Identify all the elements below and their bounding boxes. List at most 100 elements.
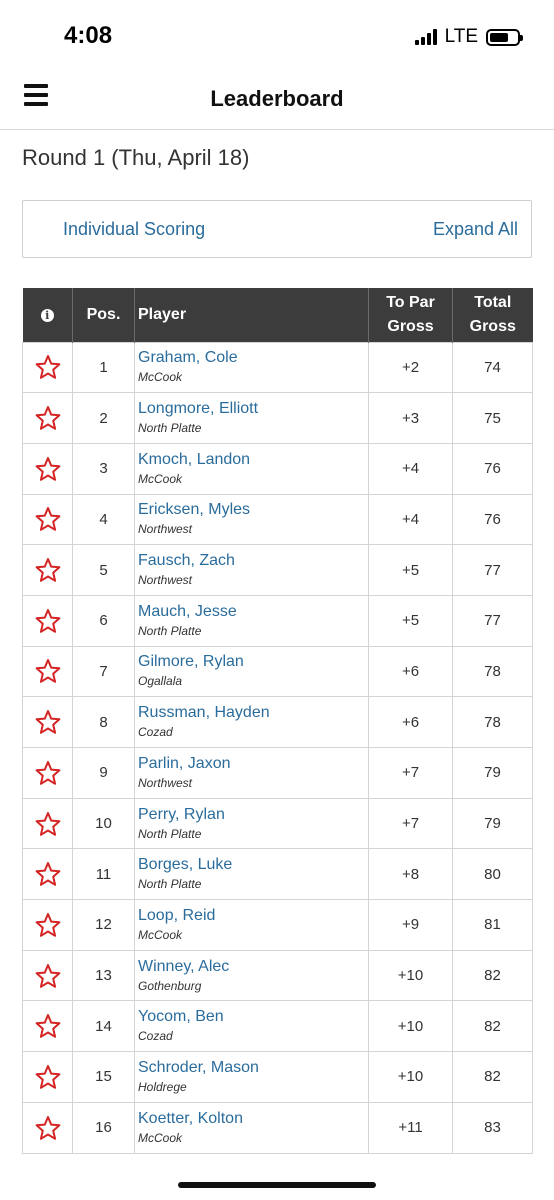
position-cell: 10 [72, 797, 135, 850]
player-name-link[interactable]: Kmoch, Landon [138, 450, 368, 470]
favorite-cell [22, 1000, 73, 1053]
player-team: North Platte [138, 826, 202, 841]
info-header[interactable]: i [22, 288, 73, 342]
star-icon[interactable] [35, 1013, 61, 1039]
player-team: Northwest [138, 573, 193, 588]
star-icon[interactable] [35, 354, 61, 380]
position-cell: 16 [72, 1101, 135, 1154]
to-par-cell: +6 [368, 645, 453, 698]
to-par-cell: +8 [368, 848, 453, 901]
star-icon[interactable] [35, 1064, 61, 1090]
star-icon[interactable] [35, 1115, 61, 1141]
player-cell: Fausch, Zach Northwest [134, 544, 369, 596]
player-name-link[interactable]: Graham, Cole [138, 348, 368, 368]
to-par-cell: +4 [368, 493, 453, 546]
player-cell: Ericksen, Myles Northwest [134, 493, 369, 546]
favorite-cell [22, 341, 73, 394]
star-icon[interactable] [35, 405, 61, 431]
favorite-cell [22, 747, 73, 799]
to-par-cell: +10 [368, 1051, 453, 1103]
star-icon[interactable] [35, 608, 61, 634]
player-team: McCook [138, 370, 183, 385]
star-icon[interactable] [35, 760, 61, 786]
player-cell: Longmore, Elliott North Platte [134, 392, 369, 444]
position-cell: 13 [72, 949, 135, 1002]
total-cell: 76 [452, 442, 533, 495]
position-cell: 12 [72, 899, 135, 951]
player-name-link[interactable]: Fausch, Zach [138, 551, 368, 571]
expand-all-link[interactable]: Expand All [433, 219, 518, 240]
to-par-cell: +5 [368, 544, 453, 596]
position-cell: 6 [72, 594, 135, 647]
to-par-cell: +3 [368, 392, 453, 444]
favorite-cell [22, 899, 73, 951]
player-name-link[interactable]: Yocom, Ben [138, 1007, 368, 1027]
to-par-cell: +9 [368, 899, 453, 951]
player-team: McCook [138, 1130, 183, 1145]
position-cell: 4 [72, 493, 135, 546]
player-name-link[interactable]: Longmore, Elliott [138, 399, 368, 419]
player-name-link[interactable]: Borges, Luke [138, 855, 368, 875]
player-cell: Perry, Rylan North Platte [134, 797, 369, 850]
total-cell: 79 [452, 797, 533, 850]
player-team: Gothenburg [138, 978, 202, 993]
player-cell: Russman, Hayden Cozad [134, 696, 369, 748]
info-icon[interactable]: i [40, 308, 54, 322]
player-name-link[interactable]: Koetter, Kolton [138, 1109, 368, 1129]
position-cell: 3 [72, 442, 135, 495]
table-row: 5 Fausch, Zach Northwest +5 77 [22, 544, 533, 596]
to-par-cell: +6 [368, 696, 453, 748]
player-cell: Graham, Cole McCook [134, 341, 369, 394]
favorite-cell [22, 797, 73, 850]
table-row: 3 Kmoch, Landon McCook +4 76 [22, 442, 533, 495]
position-cell: 7 [72, 645, 135, 698]
total-cell: 74 [452, 341, 533, 394]
player-name-link[interactable]: Russman, Hayden [138, 703, 368, 723]
to-par-cell: +7 [368, 747, 453, 799]
scoring-panel: Individual Scoring Expand All [22, 200, 532, 258]
total-cell: 78 [452, 645, 533, 698]
to-par-gross-header: To Par Gross [368, 288, 453, 342]
total-cell: 76 [452, 493, 533, 546]
total-cell: 82 [452, 1000, 533, 1053]
signal-icon [414, 29, 437, 45]
player-cell: Kmoch, Landon McCook [134, 442, 369, 495]
star-icon[interactable] [35, 709, 61, 735]
player-name-link[interactable]: Schroder, Mason [138, 1058, 368, 1078]
table-row: 9 Parlin, Jaxon Northwest +7 79 [22, 747, 533, 799]
player-team: McCook [138, 471, 183, 486]
total-cell: 79 [452, 747, 533, 799]
table-row: 2 Longmore, Elliott North Platte +3 75 [22, 392, 533, 444]
player-name-link[interactable]: Ericksen, Myles [138, 500, 368, 520]
individual-scoring-label[interactable]: Individual Scoring [63, 219, 205, 240]
star-icon[interactable] [35, 506, 61, 532]
position-cell: 2 [72, 392, 135, 444]
status-bar: 4:08 LTE [0, 0, 554, 70]
to-par-cell: +10 [368, 1000, 453, 1053]
player-name-link[interactable]: Loop, Reid [138, 906, 368, 926]
favorite-cell [22, 442, 73, 495]
star-icon[interactable] [35, 963, 61, 989]
star-icon[interactable] [35, 658, 61, 684]
table-row: 16 Koetter, Kolton McCook +11 83 [22, 1101, 533, 1154]
star-icon[interactable] [35, 557, 61, 583]
player-team: North Platte [138, 877, 202, 892]
favorite-cell [22, 949, 73, 1002]
star-icon[interactable] [35, 912, 61, 938]
nav-bar: Leaderboard [0, 70, 554, 130]
star-icon[interactable] [35, 456, 61, 482]
player-name-link[interactable]: Parlin, Jaxon [138, 754, 368, 774]
leaderboard-table: i Pos. Player To Par Gross Total Gross 1… [22, 288, 533, 1154]
total-cell: 82 [452, 949, 533, 1002]
total-header-line2: Gross [469, 317, 516, 335]
favorite-cell [22, 1101, 73, 1154]
star-icon[interactable] [35, 811, 61, 837]
player-name-link[interactable]: Perry, Rylan [138, 805, 368, 825]
total-cell: 78 [452, 696, 533, 748]
player-name-link[interactable]: Winney, Alec [138, 957, 368, 977]
player-name-link[interactable]: Gilmore, Rylan [138, 652, 368, 672]
favorite-cell [22, 645, 73, 698]
star-icon[interactable] [35, 861, 61, 887]
player-name-link[interactable]: Mauch, Jesse [138, 602, 368, 622]
player-team: McCook [138, 927, 183, 942]
